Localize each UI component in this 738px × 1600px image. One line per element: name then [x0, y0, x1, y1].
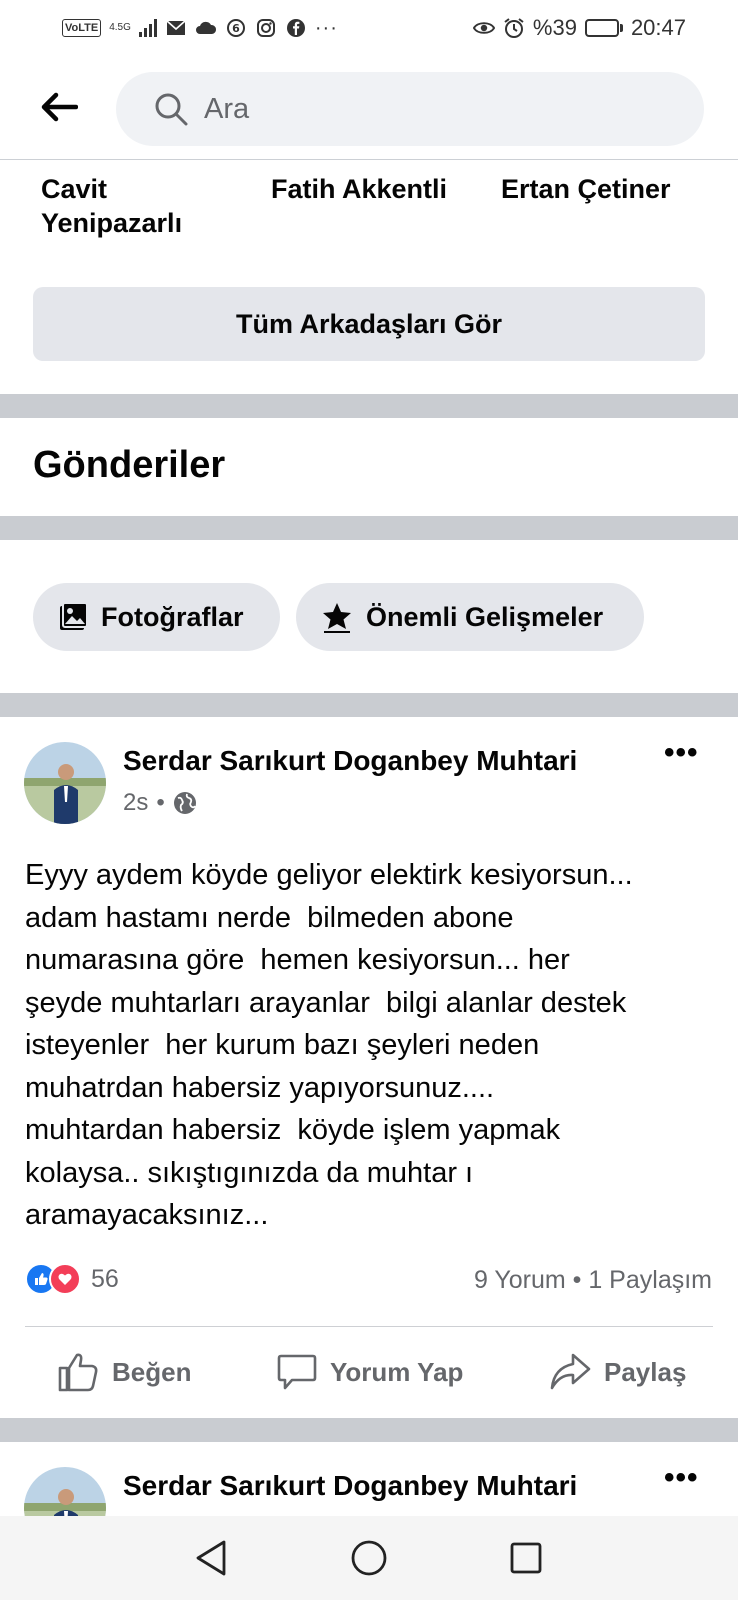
status-right: %39 20:47	[472, 15, 686, 41]
thumbs-up-icon	[58, 1353, 98, 1392]
network-type: 4.5G	[109, 22, 131, 33]
love-reaction-icon	[49, 1263, 81, 1295]
meta-separator: •	[156, 789, 165, 816]
eye-comfort-icon	[472, 17, 495, 39]
cloud-icon	[195, 17, 217, 39]
square-recents-icon	[510, 1542, 542, 1574]
photos-icon	[60, 602, 88, 630]
post-options-button[interactable]: •••	[664, 736, 699, 770]
section-divider	[0, 693, 738, 717]
triangle-back-icon	[196, 1540, 226, 1576]
section-divider	[0, 1418, 738, 1442]
system-navigation-bar	[0, 1516, 738, 1600]
avatar[interactable]	[24, 742, 106, 824]
nav-home-button[interactable]	[345, 1534, 393, 1582]
volte-indicator: VoLTE	[62, 19, 102, 37]
circle-home-icon	[351, 1540, 387, 1576]
status-left: VoLTE 4.5G 6 ···	[62, 17, 338, 40]
globe-icon	[173, 792, 196, 814]
friend-name[interactable]: Fatih Akkentli	[271, 172, 447, 206]
share-label: Paylaş	[604, 1356, 687, 1387]
search-bar[interactable]: Ara	[116, 72, 704, 146]
facebook-icon	[285, 17, 307, 39]
search-input[interactable]: Ara	[204, 93, 249, 126]
comment-label: Yorum Yap	[330, 1356, 464, 1387]
post-options-button[interactable]: •••	[664, 1461, 699, 1495]
post-text: Eyyy aydem köyde geliyor elektirk kesiyo…	[25, 859, 633, 1231]
posts-section-title: Gönderiler	[33, 444, 226, 486]
highlights-filter-chip[interactable]: Önemli Gelişmeler	[296, 583, 644, 651]
like-button[interactable]: Beğen	[56, 1348, 191, 1396]
app-notification-icon: 6	[225, 17, 247, 39]
post-author[interactable]: Serdar Sarıkurt Doganbey Muhtari	[123, 745, 577, 777]
battery-icon	[584, 19, 623, 37]
photos-filter-chip[interactable]: Fotoğraflar	[33, 583, 280, 651]
friend-name[interactable]: Cavit Yenipazarlı	[41, 172, 241, 240]
mail-icon	[165, 17, 187, 39]
post-author[interactable]: Serdar Sarıkurt Doganbey Muhtari	[123, 1470, 577, 1502]
instagram-icon	[255, 17, 277, 39]
see-all-friends-button[interactable]: Tüm Arkadaşları Gör	[33, 287, 705, 361]
share-button[interactable]: Paylaş	[548, 1348, 686, 1396]
post-meta: 2s •	[123, 789, 197, 817]
chip-label: Fotoğraflar	[101, 601, 244, 632]
post-action-separator	[25, 1326, 713, 1327]
alarm-icon	[503, 17, 525, 39]
back-button[interactable]	[34, 82, 84, 132]
clock: 20:47	[630, 15, 686, 40]
reactions-summary[interactable]: 56	[25, 1263, 119, 1295]
section-divider	[0, 394, 738, 418]
more-notifications-icon: ···	[314, 16, 338, 39]
comment-button[interactable]: Yorum Yap	[276, 1348, 463, 1396]
search-icon	[155, 93, 188, 126]
chip-label: Önemli Gelişmeler	[366, 601, 604, 632]
nav-back-button[interactable]	[187, 1534, 235, 1582]
reaction-count: 56	[91, 1264, 119, 1293]
share-icon	[550, 1353, 591, 1390]
svg-text:6: 6	[232, 22, 240, 35]
top-header: Ara	[0, 56, 738, 160]
post-time[interactable]: 2s	[123, 789, 148, 817]
signal-icon	[138, 19, 157, 37]
friend-name[interactable]: Ertan Çetiner	[501, 172, 671, 206]
battery-percent: %39	[532, 15, 577, 40]
star-icon	[323, 603, 351, 633]
comment-icon	[277, 1354, 317, 1390]
like-label: Beğen	[112, 1356, 192, 1387]
back-arrow-icon	[41, 92, 78, 122]
comment-share-stats[interactable]: 9 Yorum • 1 Paylaşım	[474, 1266, 712, 1295]
section-divider	[0, 516, 738, 540]
status-bar: VoLTE 4.5G 6 ··· %39 20:47	[0, 0, 738, 56]
nav-recents-button[interactable]	[502, 1534, 550, 1582]
